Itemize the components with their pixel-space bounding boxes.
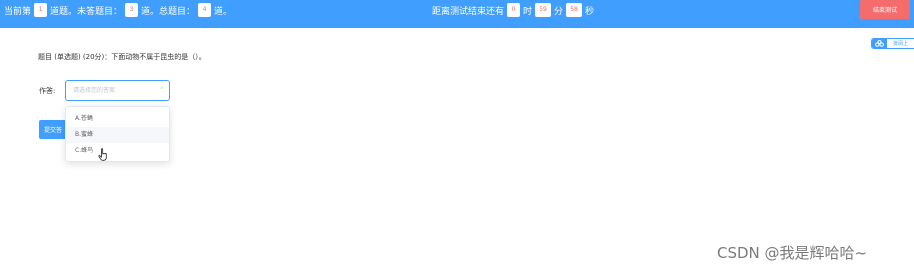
total-count-badge: 4 (198, 3, 212, 17)
unanswered-count-badge: 3 (125, 3, 139, 17)
answer-label: 作答: (39, 87, 56, 95)
countdown-timer: 距离测试结束还有 0 时 59 分 58 秒 (432, 0, 594, 20)
chevron-up-icon: ⌃ (159, 86, 165, 94)
total-suffix: 道。 (214, 6, 233, 17)
minutes-badge: 59 (535, 3, 552, 17)
option-c[interactable]: C.蜂鸟 (66, 143, 169, 159)
current-prefix: 当前第 (4, 6, 32, 17)
side-tab-button[interactable]: 批阅上 (871, 38, 914, 49)
current-question-badge: 1 (34, 3, 48, 17)
minutes-unit: 分 (554, 6, 564, 17)
top-bar: 当前第 1 道题。未答题目： 3 道。总题目： 4 道。 距离测试结束还有 0 … (0, 0, 914, 28)
question-text: 题目 (单选题) (20分)：下面动物不属于昆虫的是（）。 (38, 53, 206, 61)
hand-cursor-icon (98, 146, 109, 165)
timer-prefix: 距离测试结束还有 (432, 6, 505, 17)
answer-dropdown-menu: A.苍蝇 B.蜜蜂 C.蜂鸟 (65, 106, 170, 162)
hours-unit: 时 (523, 6, 533, 17)
exam-page: 当前第 1 道题。未答题目： 3 道。总题目： 4 道。 距离测试结束还有 0 … (0, 0, 914, 272)
watermark: CSDN @我是辉哈哈~ (717, 244, 868, 262)
unanswered-suffix: 道。总题目： (141, 6, 196, 17)
option-b[interactable]: B.蜜蜂 (66, 127, 169, 143)
hours-badge: 0 (507, 3, 521, 17)
answer-select-placeholder: 请选择您的答案 (73, 87, 116, 94)
progress-info: 当前第 1 道题。未答题目： 3 道。总题目： 4 道。 (4, 0, 232, 20)
current-suffix: 道题。未答题目： (50, 6, 123, 17)
collection-icon (872, 39, 887, 48)
option-a[interactable]: A.苍蝇 (66, 111, 169, 127)
seconds-badge: 58 (566, 3, 583, 17)
end-test-button[interactable]: 结束测试 (860, 0, 910, 19)
answer-select[interactable]: 请选择您的答案 ⌃ (65, 80, 170, 101)
submit-answer-button[interactable]: 提交答 (39, 120, 67, 139)
side-tab-label: 批阅上 (893, 41, 909, 47)
seconds-unit: 秒 (585, 6, 595, 17)
